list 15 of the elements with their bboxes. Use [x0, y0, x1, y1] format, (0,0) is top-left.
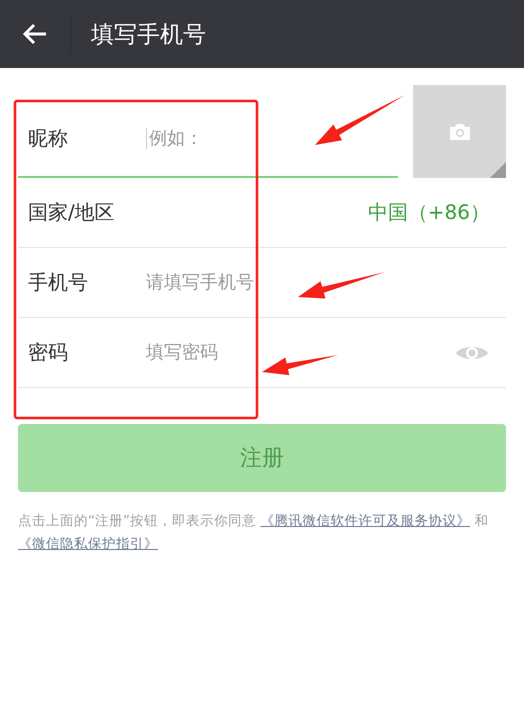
input-field[interactable]: 填写密码: [146, 342, 455, 363]
camera-icon[interactable]: [448, 122, 472, 142]
agreement-link[interactable]: 《腾讯微信软件许可及服务协议》: [260, 513, 470, 529]
agreement-link[interactable]: 《微信隐私保护指引》: [18, 536, 158, 552]
back-icon[interactable]: [22, 23, 48, 45]
country-value[interactable]: 中国（+86）: [368, 199, 490, 226]
avatar-placeholder[interactable]: [413, 85, 506, 178]
input-field[interactable]: 请填写手机号: [146, 272, 506, 293]
field-label: 国家/地区: [27, 199, 116, 226]
field-label: 密码: [27, 339, 69, 366]
field-label: 昵称: [27, 124, 69, 152]
screen-title: 填写手机号: [91, 20, 206, 50]
field-label: 手机号: [27, 269, 89, 296]
agreement-text: 点击上面的“注册”按钮，即表示你同意 《腾讯微信软件许可及服务协议》 和 《微信隐私保护指引》: [18, 512, 490, 554]
corner-mark: [490, 162, 506, 178]
